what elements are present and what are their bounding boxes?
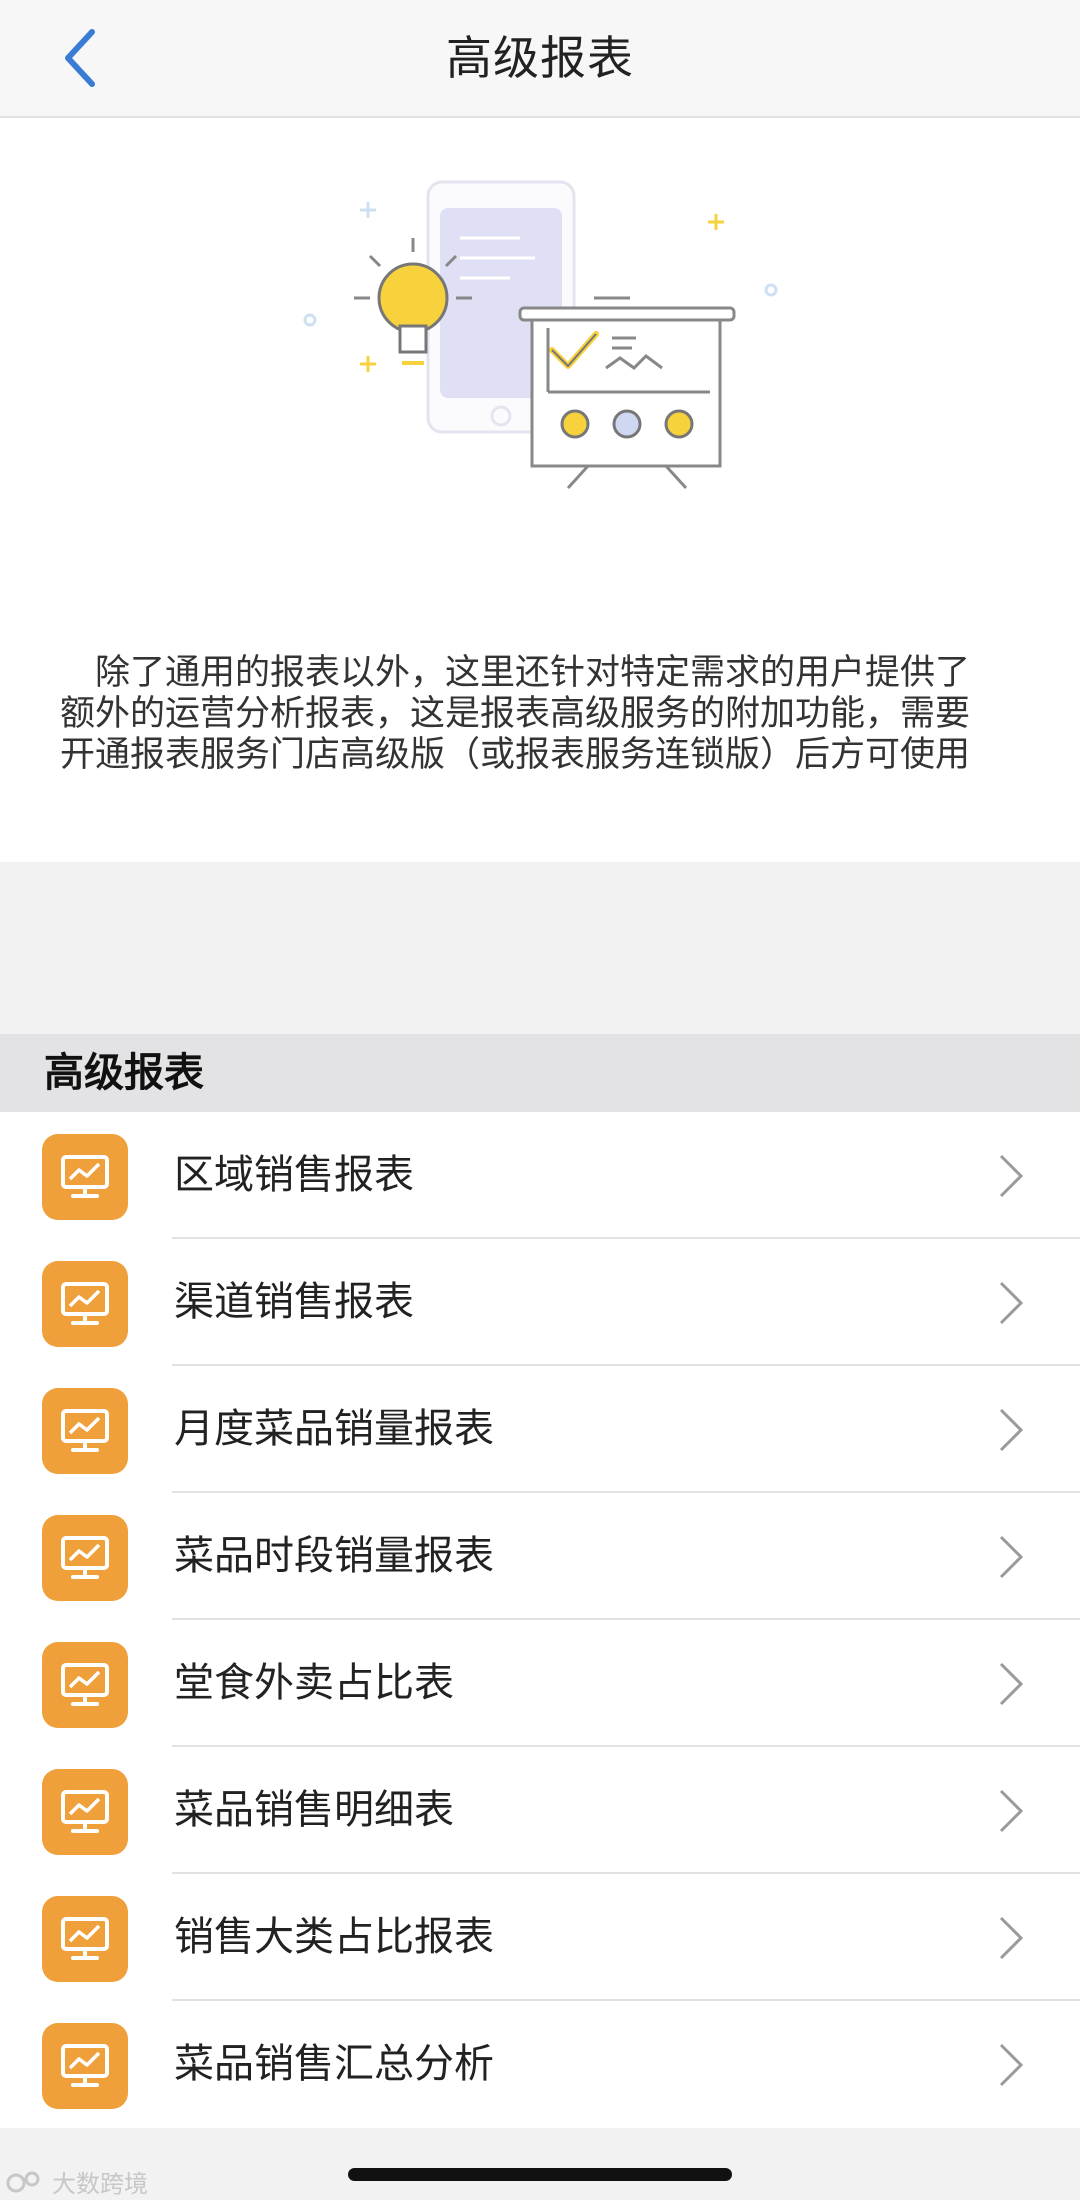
report-item-label: 菜品销售汇总分析: [174, 2041, 494, 2087]
monitor-chart-icon: [42, 1134, 128, 1220]
report-illustration: [303, 180, 778, 490]
report-item-label: 渠道销售报表: [174, 1279, 414, 1325]
intro-description: 除了通用的报表以外，这里还针对特定需求的用户提供了额外的运营分析报表，这是报表高…: [60, 653, 971, 775]
watermark-text: 大数跨境: [52, 2170, 148, 2198]
monitor-chart-icon: [42, 1769, 128, 1855]
section-title: 高级报表: [44, 1050, 204, 1096]
chevron-right-icon: [999, 1281, 1024, 1325]
report-item-label: 销售大类占比报表: [174, 1914, 494, 1960]
advanced-reports-screen: 高级报表 除了通用的报表以外，这里还针对特定需求的用户提供了额外的运营分析报表，…: [0, 0, 1080, 2200]
chevron-right-icon: [999, 1535, 1024, 1579]
watermark: 大数跨境: [6, 2164, 148, 2199]
monitor-chart-icon: [42, 2023, 128, 2109]
chevron-right-icon: [999, 1154, 1024, 1198]
chevron-right-icon: [999, 1408, 1024, 1452]
navigation-bar: 高级报表: [0, 0, 1080, 118]
report-item-label: 堂食外卖占比表: [174, 1660, 454, 1706]
monitor-chart-icon: [42, 1388, 128, 1474]
report-item-label: 菜品销售明细表: [174, 1787, 454, 1833]
report-item-sales-category-ratio[interactable]: 销售大类占比报表: [0, 1874, 1080, 2001]
page-title: 高级报表: [446, 31, 634, 85]
chevron-right-icon: [999, 2043, 1024, 2087]
home-indicator[interactable]: [348, 2168, 732, 2181]
chevron-right-icon: [999, 1916, 1024, 1960]
report-item-label: 月度菜品销量报表: [174, 1406, 494, 1452]
chevron-right-icon: [999, 1789, 1024, 1833]
report-item-regional-sales[interactable]: 区域销售报表: [0, 1112, 1080, 1239]
monitor-chart-icon: [42, 1515, 128, 1601]
report-item-label: 区域销售报表: [174, 1152, 414, 1198]
report-item-label: 菜品时段销量报表: [174, 1533, 494, 1579]
report-item-dish-timeslot-volume[interactable]: 菜品时段销量报表: [0, 1493, 1080, 1620]
chevron-right-icon: [999, 1662, 1024, 1706]
report-item-dish-sales-detail[interactable]: 菜品销售明细表: [0, 1747, 1080, 1874]
monitor-chart-icon: [42, 1642, 128, 1728]
report-list: 区域销售报表 渠道销售报表 月度菜品销量报表 菜品时段销量报表 堂食外卖占比表 …: [0, 1112, 1080, 2128]
monitor-chart-icon: [42, 1261, 128, 1347]
watermark-logo-icon: [6, 2171, 40, 2192]
report-item-monthly-dish-volume[interactable]: 月度菜品销量报表: [0, 1366, 1080, 1493]
monitor-chart-icon: [42, 1896, 128, 1982]
report-item-dish-sales-summary[interactable]: 菜品销售汇总分析: [0, 2001, 1080, 2128]
intro-panel: 除了通用的报表以外，这里还针对特定需求的用户提供了额外的运营分析报表，这是报表高…: [0, 118, 1080, 862]
section-header: 高级报表: [0, 1034, 1080, 1112]
report-item-dinein-takeout-ratio[interactable]: 堂食外卖占比表: [0, 1620, 1080, 1747]
report-item-channel-sales[interactable]: 渠道销售报表: [0, 1239, 1080, 1366]
